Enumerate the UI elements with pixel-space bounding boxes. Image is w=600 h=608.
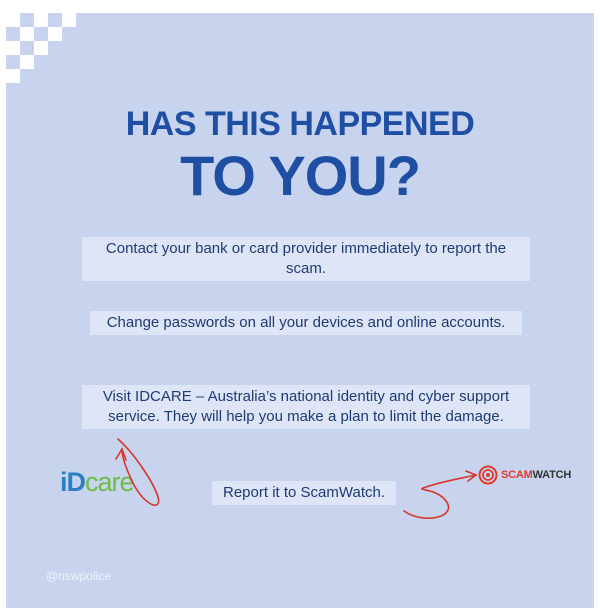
idcare-logo-id: iD	[60, 467, 86, 497]
step-contact-bank: Contact your bank or card provider immed…	[82, 237, 530, 281]
scamwatch-target-icon	[478, 465, 498, 485]
account-handle: @nswpolice	[46, 569, 111, 583]
scamwatch-logo: SCAMWATCH	[478, 465, 571, 485]
arrow-to-scamwatch-head	[465, 470, 478, 482]
scamwatch-logo-text: SCAMWATCH	[501, 469, 572, 481]
step-change-passwords: Change passwords on all your devices and…	[90, 311, 522, 335]
idcare-logo-care: care	[85, 467, 135, 497]
post-card: HAS THIS HAPPENED TO YOU? Contact your b…	[6, 13, 594, 608]
arrow-to-scamwatch	[403, 474, 477, 519]
idcare-logo: iDcare	[60, 467, 135, 498]
checker-pattern-decoration	[6, 13, 96, 103]
headline-line-2: TO YOU?	[180, 144, 421, 207]
step-visit-idcare: Visit IDCARE – Australia’s national iden…	[82, 385, 530, 429]
headline-line-1: HAS THIS HAPPENED	[125, 105, 475, 143]
step-report-scamwatch: Report it to ScamWatch.	[212, 481, 396, 505]
arrow-to-idcare-head	[115, 447, 127, 461]
